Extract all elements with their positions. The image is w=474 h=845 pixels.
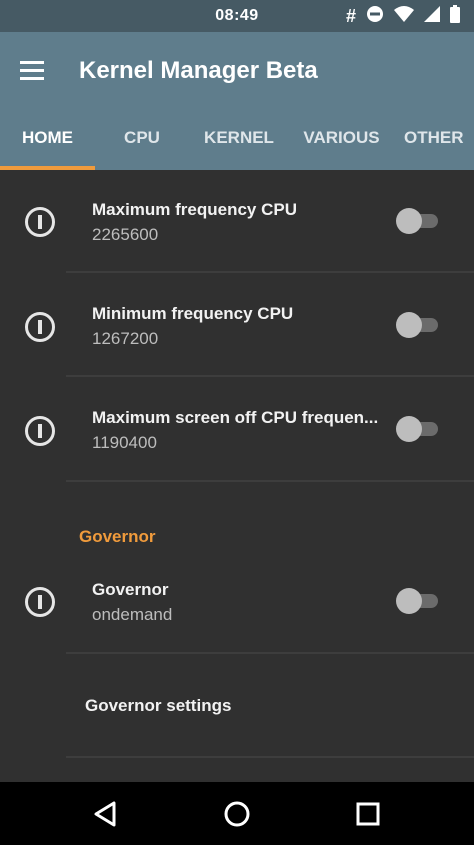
tab-bar: HOME CPU KERNEL VARIOUS OTHER: [0, 116, 474, 170]
status-icons: #: [345, 5, 460, 27]
tab-home[interactable]: HOME: [0, 116, 95, 170]
row-value: 2265600: [92, 225, 159, 244]
list-item-governor-settings[interactable]: Governor settings: [0, 655, 474, 755]
list-item-max-freq[interactable]: Maximum frequency CPU 2265600: [0, 170, 474, 274]
hamburger-menu-icon[interactable]: [20, 54, 56, 86]
toggle-switch[interactable]: [396, 312, 440, 338]
tab-cpu-label: CPU: [124, 128, 160, 147]
divider: [66, 480, 474, 482]
back-icon[interactable]: [90, 798, 122, 830]
wifi-icon: [394, 6, 414, 26]
row-title: Maximum frequency CPU: [92, 200, 297, 219]
tab-various[interactable]: VARIOUS: [289, 116, 394, 170]
divider: [66, 271, 474, 273]
row-title: Governor: [92, 580, 169, 599]
home-icon[interactable]: [221, 798, 253, 830]
settings-list: Maximum frequency CPU 2265600 Minimum fr…: [0, 170, 474, 782]
hashtag-icon: #: [345, 6, 356, 26]
info-icon[interactable]: [25, 207, 55, 237]
info-icon[interactable]: [25, 416, 55, 446]
row-title: Minimum frequency CPU: [92, 304, 294, 323]
row-title: Maximum screen off CPU frequen...: [92, 408, 379, 427]
divider: [66, 375, 474, 377]
toggle-switch[interactable]: [396, 208, 440, 234]
row-value: 1267200: [92, 329, 159, 348]
toggle-switch[interactable]: [396, 416, 440, 442]
app-toolbar: Kernel Manager Beta HOME CPU KERNEL VARI…: [0, 32, 474, 170]
row-value: ondemand: [92, 605, 173, 624]
tab-cpu[interactable]: CPU: [95, 116, 189, 170]
info-icon[interactable]: [25, 312, 55, 342]
toggle-switch[interactable]: [396, 588, 440, 614]
divider: [66, 652, 474, 654]
info-icon[interactable]: [25, 587, 55, 617]
tab-home-label: HOME: [22, 128, 73, 147]
list-item-screen-off-freq[interactable]: Maximum screen off CPU frequen... 119040…: [0, 378, 474, 482]
status-bar: 08:49 #: [0, 0, 474, 32]
tab-various-label: VARIOUS: [303, 128, 380, 147]
section-header-governor: Governor: [79, 527, 156, 546]
tab-kernel-label: KERNEL: [204, 128, 274, 147]
row-value: 1190400: [92, 433, 157, 452]
list-item-min-freq[interactable]: Minimum frequency CPU 1267200: [0, 274, 474, 378]
row-title: Governor settings: [85, 696, 232, 715]
recents-icon[interactable]: [352, 798, 384, 830]
navigation-bar: [0, 782, 474, 845]
list-item-governor[interactable]: Governor ondemand: [0, 550, 474, 654]
tab-other[interactable]: OTHER: [394, 116, 474, 170]
tab-other-label: OTHER: [404, 128, 464, 147]
battery-icon: [450, 5, 460, 27]
signal-icon: [424, 6, 440, 26]
divider: [66, 756, 474, 758]
do-not-disturb-icon: [366, 5, 384, 27]
tab-kernel[interactable]: KERNEL: [189, 116, 289, 170]
app-title: Kernel Manager Beta: [79, 57, 318, 84]
